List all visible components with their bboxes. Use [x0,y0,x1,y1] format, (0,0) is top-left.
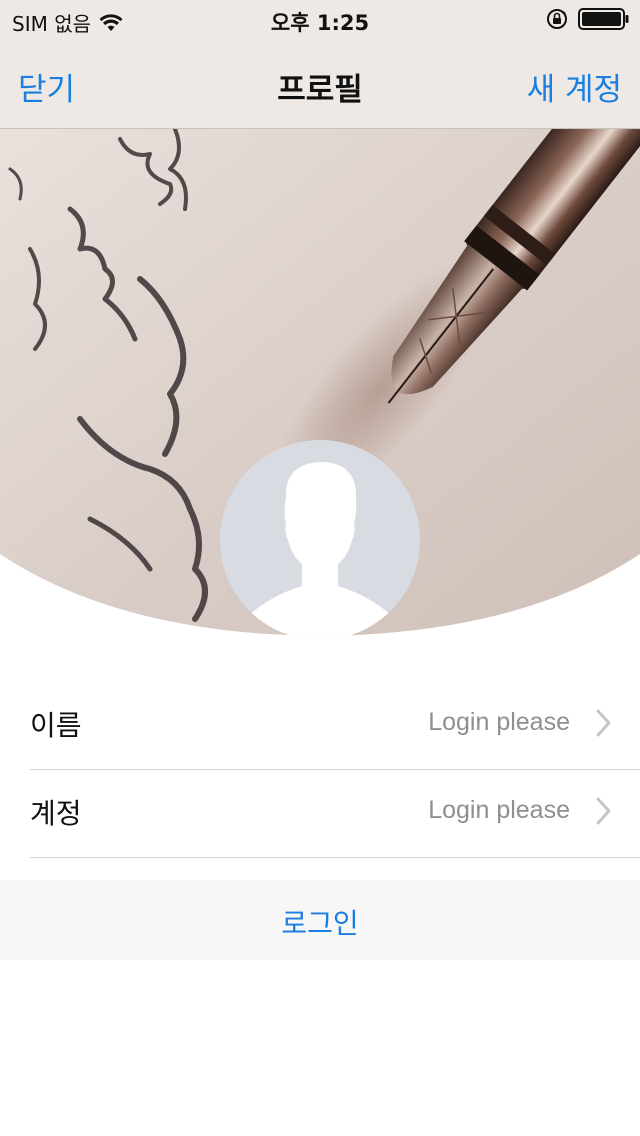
chevron-right-icon [596,797,611,825]
account-row[interactable]: 계정 Login please [30,770,640,858]
battery-icon [578,8,629,30]
name-value: Login please [428,708,570,736]
new-account-button[interactable]: 새 계정 [527,64,622,109]
status-bar: SIM 없음 오후 1:25 [0,0,640,40]
name-label: 이름 [30,709,82,742]
account-label: 계정 [30,797,82,830]
navigation-bar: 닫기 프로필 새 계정 [0,40,640,129]
account-value: Login please [428,796,570,824]
name-row[interactable]: 이름 Login please [30,682,640,770]
chevron-right-icon [596,709,611,737]
rotation-lock-icon [547,9,567,29]
login-button[interactable]: 로그인 [0,902,640,942]
avatar[interactable] [220,440,420,640]
status-time: 오후 1:25 [270,11,370,35]
user-silhouette-icon [220,440,420,640]
status-right-icons [546,8,630,30]
login-section: 로그인 [0,880,640,960]
